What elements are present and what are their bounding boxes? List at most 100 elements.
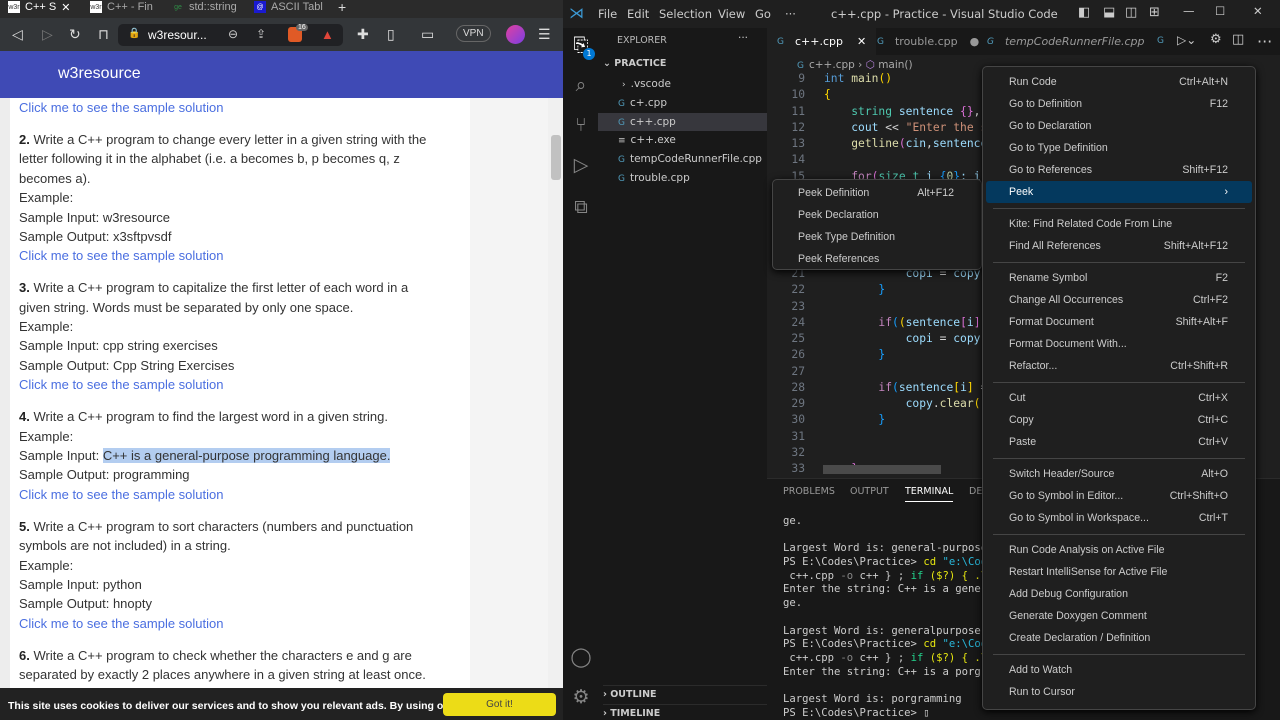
- run-icon[interactable]: ▷⌄: [1177, 33, 1196, 47]
- file-item[interactable]: Gc+.cpp: [598, 94, 767, 113]
- browser-tab[interactable]: @ ASCII Tabl: [254, 0, 324, 14]
- tab-terminal[interactable]: TERMINAL: [905, 486, 954, 502]
- menu-file[interactable]: File: [598, 7, 617, 21]
- address-bar[interactable]: 🔒 w3resour... ⊖ ⇪ 16 ▲: [118, 24, 343, 46]
- page-scrollbar[interactable]: [548, 98, 563, 698]
- menu-item-refactor[interactable]: Refactor... Ctrl+Shift+R: [986, 355, 1252, 377]
- toggle-secondary-sidebar-icon[interactable]: ◫: [1125, 5, 1137, 20]
- menu-item-change-all-occurrences[interactable]: Change All Occurrences Ctrl+F2: [986, 289, 1252, 311]
- split-editor-icon[interactable]: ◫: [1232, 32, 1244, 47]
- vpn-button[interactable]: VPN: [456, 25, 491, 42]
- forward-icon[interactable]: ▷: [42, 26, 53, 43]
- menu-item-peek[interactable]: Peek ›: [986, 181, 1252, 203]
- menu-item-go-to-symbol-in-editor[interactable]: Go to Symbol in Editor... Ctrl+Shift+O: [986, 485, 1252, 507]
- maximize-button[interactable]: ☐: [1215, 4, 1225, 18]
- search-icon[interactable]: ⌕: [569, 74, 593, 96]
- menu-item-go-to-type-definition[interactable]: Go to Type Definition: [986, 137, 1252, 159]
- menu-item-create-declaration-definition[interactable]: Create Declaration / Definition: [986, 627, 1252, 649]
- file-item[interactable]: Gtrouble.cpp: [598, 169, 767, 188]
- menu-item-find-all-references[interactable]: Find All References Shift+Alt+F12: [986, 235, 1252, 257]
- menu-icon[interactable]: ☰: [538, 26, 551, 43]
- account-icon[interactable]: ◯: [569, 646, 593, 668]
- zoom-icon[interactable]: ⊖: [228, 27, 238, 41]
- tab-output[interactable]: OUTPUT: [850, 486, 889, 497]
- menu-item-add-to-watch[interactable]: Add to Watch: [986, 659, 1252, 681]
- explorer-more-button[interactable]: ···: [738, 32, 748, 44]
- wallet-icon[interactable]: ▭: [421, 26, 434, 43]
- file-item[interactable]: ≡ c++.exe: [598, 131, 767, 150]
- browser-tab[interactable]: w3r C++ - Fin: [90, 0, 165, 14]
- reload-icon[interactable]: ↻: [69, 26, 81, 43]
- menu-item-format-document[interactable]: Format Document Shift+Alt+F: [986, 311, 1252, 333]
- cookie-accept-button[interactable]: Got it!: [443, 693, 556, 716]
- timeline-section[interactable]: › TIMELINE: [603, 704, 767, 719]
- sidebar-icon[interactable]: ▯: [387, 26, 395, 43]
- menu-selection[interactable]: Selection: [659, 7, 712, 21]
- solution-link[interactable]: Click me to see the sample solution: [19, 375, 461, 394]
- site-logo[interactable]: w3resource: [58, 65, 141, 83]
- solution-link[interactable]: Click me to see the sample solution: [19, 485, 461, 504]
- browser-tab[interactable]: w3r C++ S ✕: [8, 0, 88, 14]
- file-item[interactable]: Gc++.cpp: [598, 112, 767, 132]
- customize-layout-icon[interactable]: ⊞: [1149, 5, 1160, 20]
- menu-item-run-code[interactable]: Run Code Ctrl+Alt+N: [986, 71, 1252, 93]
- menu-item-run-to-cursor[interactable]: Run to Cursor: [986, 681, 1252, 703]
- minimize-button[interactable]: —: [1183, 4, 1195, 18]
- menu-item-run-code-analysis-on-active-file[interactable]: Run Code Analysis on Active File: [986, 539, 1252, 561]
- menu-item-add-debug-configuration[interactable]: Add Debug Configuration: [986, 583, 1252, 605]
- menu-item-go-to-definition[interactable]: Go to Definition F12: [986, 93, 1252, 115]
- menu-item-format-document-with[interactable]: Format Document With...: [986, 333, 1252, 355]
- folder-practice[interactable]: ⌄ PRACTICE: [603, 58, 666, 69]
- breadcrumb-file[interactable]: c++.cpp: [809, 59, 855, 71]
- horizontal-scrollbar[interactable]: [823, 465, 941, 474]
- solution-link[interactable]: Click me to see the sample solution: [19, 614, 461, 633]
- close-button[interactable]: ✕: [1253, 4, 1263, 18]
- solution-link[interactable]: Click me to see the sample solution: [19, 246, 461, 265]
- menu-item-generate-doxygen-comment[interactable]: Generate Doxygen Comment: [986, 605, 1252, 627]
- solution-link[interactable]: Click me to see the sample solution: [19, 98, 461, 117]
- source-control-icon[interactable]: ⑂: [569, 114, 593, 136]
- file-item[interactable]: › .vscode: [598, 75, 767, 94]
- tab-problems[interactable]: PROBLEMS: [783, 486, 835, 497]
- menu-go[interactable]: Go: [755, 7, 771, 21]
- tab-debug-console[interactable]: DE: [969, 486, 982, 497]
- rewards-icon[interactable]: ▲: [321, 27, 334, 42]
- breadcrumb-symbol[interactable]: main(): [878, 59, 912, 71]
- menu-view[interactable]: View: [718, 7, 745, 21]
- menu-item-go-to-declaration[interactable]: Go to Declaration: [986, 115, 1252, 137]
- share-icon[interactable]: ⇪: [256, 27, 266, 41]
- menu-edit[interactable]: Edit: [627, 7, 649, 21]
- toggle-sidebar-icon[interactable]: ◧: [1078, 5, 1090, 20]
- bookmark-icon[interactable]: ⊓: [98, 26, 109, 43]
- settings-gear-icon[interactable]: ⚙: [569, 686, 593, 708]
- menu-item-peek-declaration[interactable]: Peek Declaration: [776, 204, 978, 226]
- tab-temp-runner[interactable]: GtempCodeRunnerFile.cpp: [977, 28, 1155, 55]
- run-debug-icon[interactable]: ▷: [569, 154, 593, 176]
- menu-more[interactable]: ···: [785, 7, 796, 21]
- menu-item-rename-symbol[interactable]: Rename Symbol F2: [986, 267, 1252, 289]
- new-tab-button[interactable]: +: [338, 0, 346, 14]
- scrollbar-thumb[interactable]: [551, 135, 561, 180]
- outline-section[interactable]: › OUTLINE: [603, 685, 767, 700]
- menu-item-restart-intellisense-for-active-file[interactable]: Restart IntelliSense for Active File: [986, 561, 1252, 583]
- menu-item-kite-find-related-code-from-line[interactable]: Kite: Find Related Code From Line: [986, 213, 1252, 235]
- file-item[interactable]: GtempCodeRunnerFile.cpp: [598, 150, 767, 169]
- menu-item-switch-header-source[interactable]: Switch Header/Source Alt+O: [986, 463, 1252, 485]
- close-icon[interactable]: ✕: [61, 1, 70, 14]
- menu-item-peek-references[interactable]: Peek References: [776, 248, 978, 270]
- close-icon[interactable]: ✕: [857, 35, 866, 48]
- menu-item-paste[interactable]: Paste Ctrl+V: [986, 431, 1252, 453]
- extensions-icon[interactable]: ⧉: [569, 196, 593, 218]
- extensions-icon[interactable]: ✚: [357, 26, 369, 43]
- overflow-tab-icon[interactable]: G: [1157, 36, 1164, 46]
- tab-cpp-active[interactable]: Gc++.cpp ✕: [767, 28, 877, 55]
- menu-item-copy[interactable]: Copy Ctrl+C: [986, 409, 1252, 431]
- menu-item-peek-type-definition[interactable]: Peek Type Definition: [776, 226, 978, 248]
- toggle-panel-icon[interactable]: ⬓: [1103, 5, 1115, 20]
- back-icon[interactable]: ◁: [12, 26, 23, 43]
- menu-item-peek-definition[interactable]: Peek Definition Alt+F12: [776, 182, 978, 204]
- menu-item-cut[interactable]: Cut Ctrl+X: [986, 387, 1252, 409]
- more-actions-icon[interactable]: ···: [1257, 32, 1272, 51]
- profile-avatar[interactable]: [506, 25, 525, 44]
- terminal-output[interactable]: ge. Largest Word is: general-purpose PS E:…: [783, 515, 987, 720]
